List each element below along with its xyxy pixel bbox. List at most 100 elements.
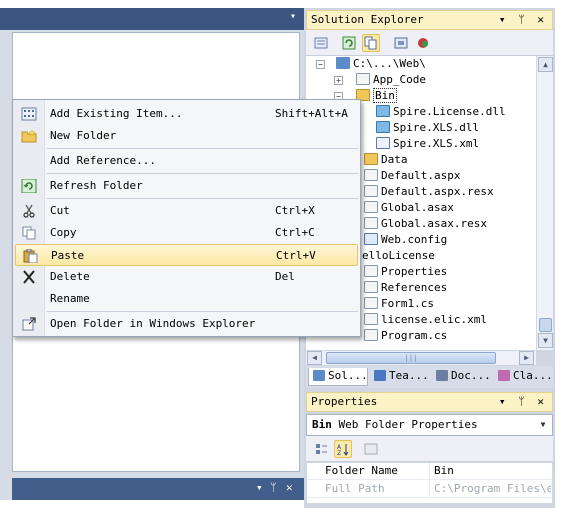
tab-dropdown-icon[interactable]: ▾ <box>290 11 296 22</box>
tree-item-references[interactable]: References <box>364 280 447 296</box>
properties-object-selector[interactable]: Bin Web Folder Properties ▼ <box>306 414 553 436</box>
tree-item-default-aspx[interactable]: Default.aspx <box>364 168 460 184</box>
alphabetical-icon[interactable]: AZ <box>334 440 352 458</box>
new-folder-icon <box>21 129 37 143</box>
tree-item-label: Spire.License.dll <box>393 105 506 118</box>
menu-item-new-folder[interactable]: New Folder <box>15 125 358 147</box>
chevron-down-icon[interactable]: ▾ <box>499 395 509 408</box>
tree-item-label: Data <box>381 153 408 166</box>
tree-item-label: References <box>381 281 448 294</box>
expand-icon[interactable]: + <box>334 76 343 85</box>
tab-team-explorer[interactable]: Tea... <box>370 368 430 386</box>
menu-item-add-reference[interactable]: Add Reference... <box>15 150 358 172</box>
tree-item-form1-cs[interactable]: Form1.cs <box>364 296 434 312</box>
tree-item-data[interactable]: Data <box>364 152 408 168</box>
aspx-file-icon <box>364 169 378 181</box>
tree-item-website[interactable]: C:\...\Web\ <box>336 56 426 72</box>
close-icon[interactable]: ✕ <box>537 13 547 26</box>
tree-item-label: Default.aspx.resx <box>381 185 494 198</box>
menu-item-cut[interactable]: Cut Ctrl+X <box>15 200 358 222</box>
tab-document-outline[interactable]: Doc... <box>432 368 492 386</box>
tree-item-label: elloLicense <box>362 249 435 262</box>
property-pages-icon[interactable] <box>362 440 380 458</box>
tree-item-properties[interactable]: Properties <box>364 264 447 280</box>
menu-item-rename[interactable]: Rename <box>15 288 358 310</box>
property-key: Full Path <box>325 482 385 495</box>
property-row[interactable]: Folder Name Bin <box>307 463 552 480</box>
menu-item-label: Copy <box>50 226 77 239</box>
tree-item-global-asax-resx[interactable]: Global.asax.resx <box>364 216 487 232</box>
tree-item-spire-license-dll[interactable]: Spire.License.dll <box>376 104 506 120</box>
tree-item-license-elic-xml[interactable]: license.elic.xml <box>364 312 487 328</box>
menu-item-add-existing-item[interactable]: Add Existing Item... Shift+Alt+A <box>15 103 358 125</box>
tree-item-label: Default.aspx <box>381 169 461 182</box>
tree-item-spire-xls-xml[interactable]: Spire.XLS.xml <box>376 136 479 152</box>
tree-item-label: Program.cs <box>381 329 448 342</box>
menu-item-label: Delete <box>50 270 90 283</box>
menu-item-label: Add Reference... <box>50 154 156 167</box>
view-code-icon[interactable] <box>392 34 410 52</box>
close-icon[interactable]: ✕ <box>286 481 293 494</box>
horizontal-scrollbar[interactable]: ◀ ||| ▶ <box>306 350 536 365</box>
tree-item-label: Properties <box>381 265 448 278</box>
properties-grid: Folder Name Bin Full Path C:\Program Fil… <box>306 462 553 504</box>
tree-item-bin[interactable]: Bin <box>356 88 397 104</box>
tree-item-web-config[interactable]: Web.config <box>364 232 447 248</box>
tree-item-app-code[interactable]: App_Code <box>356 72 426 88</box>
scroll-left-icon[interactable]: ◀ <box>307 351 322 365</box>
menu-item-copy[interactable]: Copy Ctrl+C <box>15 222 358 244</box>
property-row[interactable]: Full Path C:\Program Files\e-ic <box>307 481 552 498</box>
dll-icon <box>376 105 390 117</box>
property-value[interactable]: C:\Program Files\e-ic <box>429 481 551 497</box>
scroll-right-icon[interactable]: ▶ <box>519 351 534 365</box>
properties-title: Properties <box>311 395 378 408</box>
collapse-icon[interactable]: − <box>316 60 325 69</box>
tree-item-spire-xls-dll[interactable]: Spire.XLS.dll <box>376 120 479 136</box>
dropdown-arrow-icon[interactable]: ▼ <box>537 418 549 432</box>
tree-item-default-aspx-resx[interactable]: Default.aspx.resx <box>364 184 494 200</box>
xml-file-icon <box>376 137 390 149</box>
tree-item-label: C:\...\Web\ <box>353 57 426 70</box>
pin-icon[interactable]: ᛘ <box>518 13 528 26</box>
references-icon <box>364 281 378 293</box>
menu-item-delete[interactable]: Delete Del <box>15 266 358 288</box>
scroll-thumb[interactable]: ||| <box>326 352 496 364</box>
add-existing-item-icon <box>21 107 37 121</box>
show-all-files-icon[interactable] <box>362 34 380 52</box>
scissors-icon <box>23 204 35 218</box>
selected-object-name: Bin <box>312 418 332 431</box>
tree-item-program-cs[interactable]: Program.cs <box>364 328 447 344</box>
properties-icon[interactable] <box>312 34 330 52</box>
vertical-scrollbar[interactable]: ▲ ▼ <box>536 56 553 350</box>
tree-item-label: App_Code <box>373 73 426 86</box>
close-icon[interactable]: ✕ <box>537 395 547 408</box>
categorized-icon[interactable] <box>312 440 330 458</box>
scroll-up-icon[interactable]: ▲ <box>538 57 553 72</box>
chevron-down-icon[interactable]: ▾ <box>499 13 509 26</box>
properties-folder-icon <box>364 265 378 277</box>
chevron-down-icon[interactable]: ▾ <box>256 481 263 494</box>
menu-item-paste[interactable]: Paste Ctrl+V <box>15 244 358 266</box>
tab-class-view[interactable]: Cla... <box>494 368 553 386</box>
menu-item-shortcut: Ctrl+V <box>276 249 316 262</box>
delete-icon <box>23 270 35 284</box>
tree-item-global-asax[interactable]: Global.asax <box>364 200 454 216</box>
tab-solution-explorer[interactable]: Sol... <box>308 368 368 386</box>
menu-item-refresh-folder[interactable]: Refresh Folder <box>15 175 358 197</box>
menu-item-label: Add Existing Item... <box>50 107 183 120</box>
svg-text:Z: Z <box>337 450 341 456</box>
menu-item-open-folder-in-explorer[interactable]: Open Folder in Windows Explorer <box>15 313 358 335</box>
pin-icon[interactable]: ᛘ <box>518 395 528 408</box>
tree-item-project[interactable]: elloLicense <box>362 248 435 264</box>
refresh-icon[interactable] <box>340 34 358 52</box>
scroll-thumb[interactable] <box>539 318 552 332</box>
form-file-icon <box>364 297 378 309</box>
dll-icon <box>376 121 390 133</box>
scroll-down-icon[interactable]: ▼ <box>538 333 553 348</box>
tree-item-label: Web.config <box>381 233 448 246</box>
menu-separator <box>47 148 358 149</box>
property-value[interactable]: Bin <box>429 463 551 479</box>
class-diagram-icon[interactable] <box>414 34 432 52</box>
refresh-icon <box>21 179 37 193</box>
pin-icon[interactable]: ᛘ <box>270 481 277 494</box>
